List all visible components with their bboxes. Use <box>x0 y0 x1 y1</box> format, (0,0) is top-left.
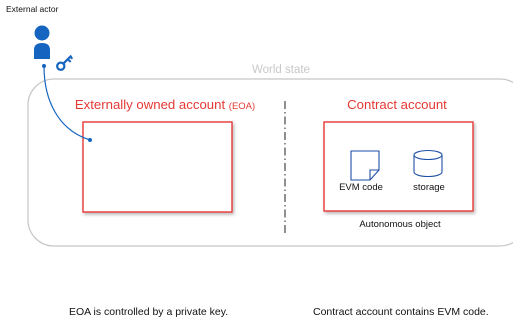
user-icon <box>34 25 50 59</box>
storage-label: storage <box>413 182 445 193</box>
eoa-abbreviation: (EOA) <box>228 101 256 112</box>
autonomous-object-label: Autonomous object <box>359 219 441 230</box>
evm-code-label: EVM code <box>339 182 383 193</box>
eoa-title-text: Externally owned account <box>74 97 226 112</box>
contract-account-box <box>323 121 474 212</box>
database-icon <box>413 149 443 178</box>
key-icon <box>56 54 74 71</box>
world-state-label: World state <box>252 64 310 76</box>
eoa-box <box>82 121 233 213</box>
caption-contract: Contract account contains EVM code. <box>313 306 489 318</box>
contract-account-title: Contract account <box>347 97 447 112</box>
external-actor-label: External actor <box>6 4 59 14</box>
eoa-title: Externally owned account (EOA) <box>65 97 265 112</box>
diagram-canvas <box>27 25 513 247</box>
caption-eoa: EOA is controlled by a private key. <box>69 306 229 318</box>
